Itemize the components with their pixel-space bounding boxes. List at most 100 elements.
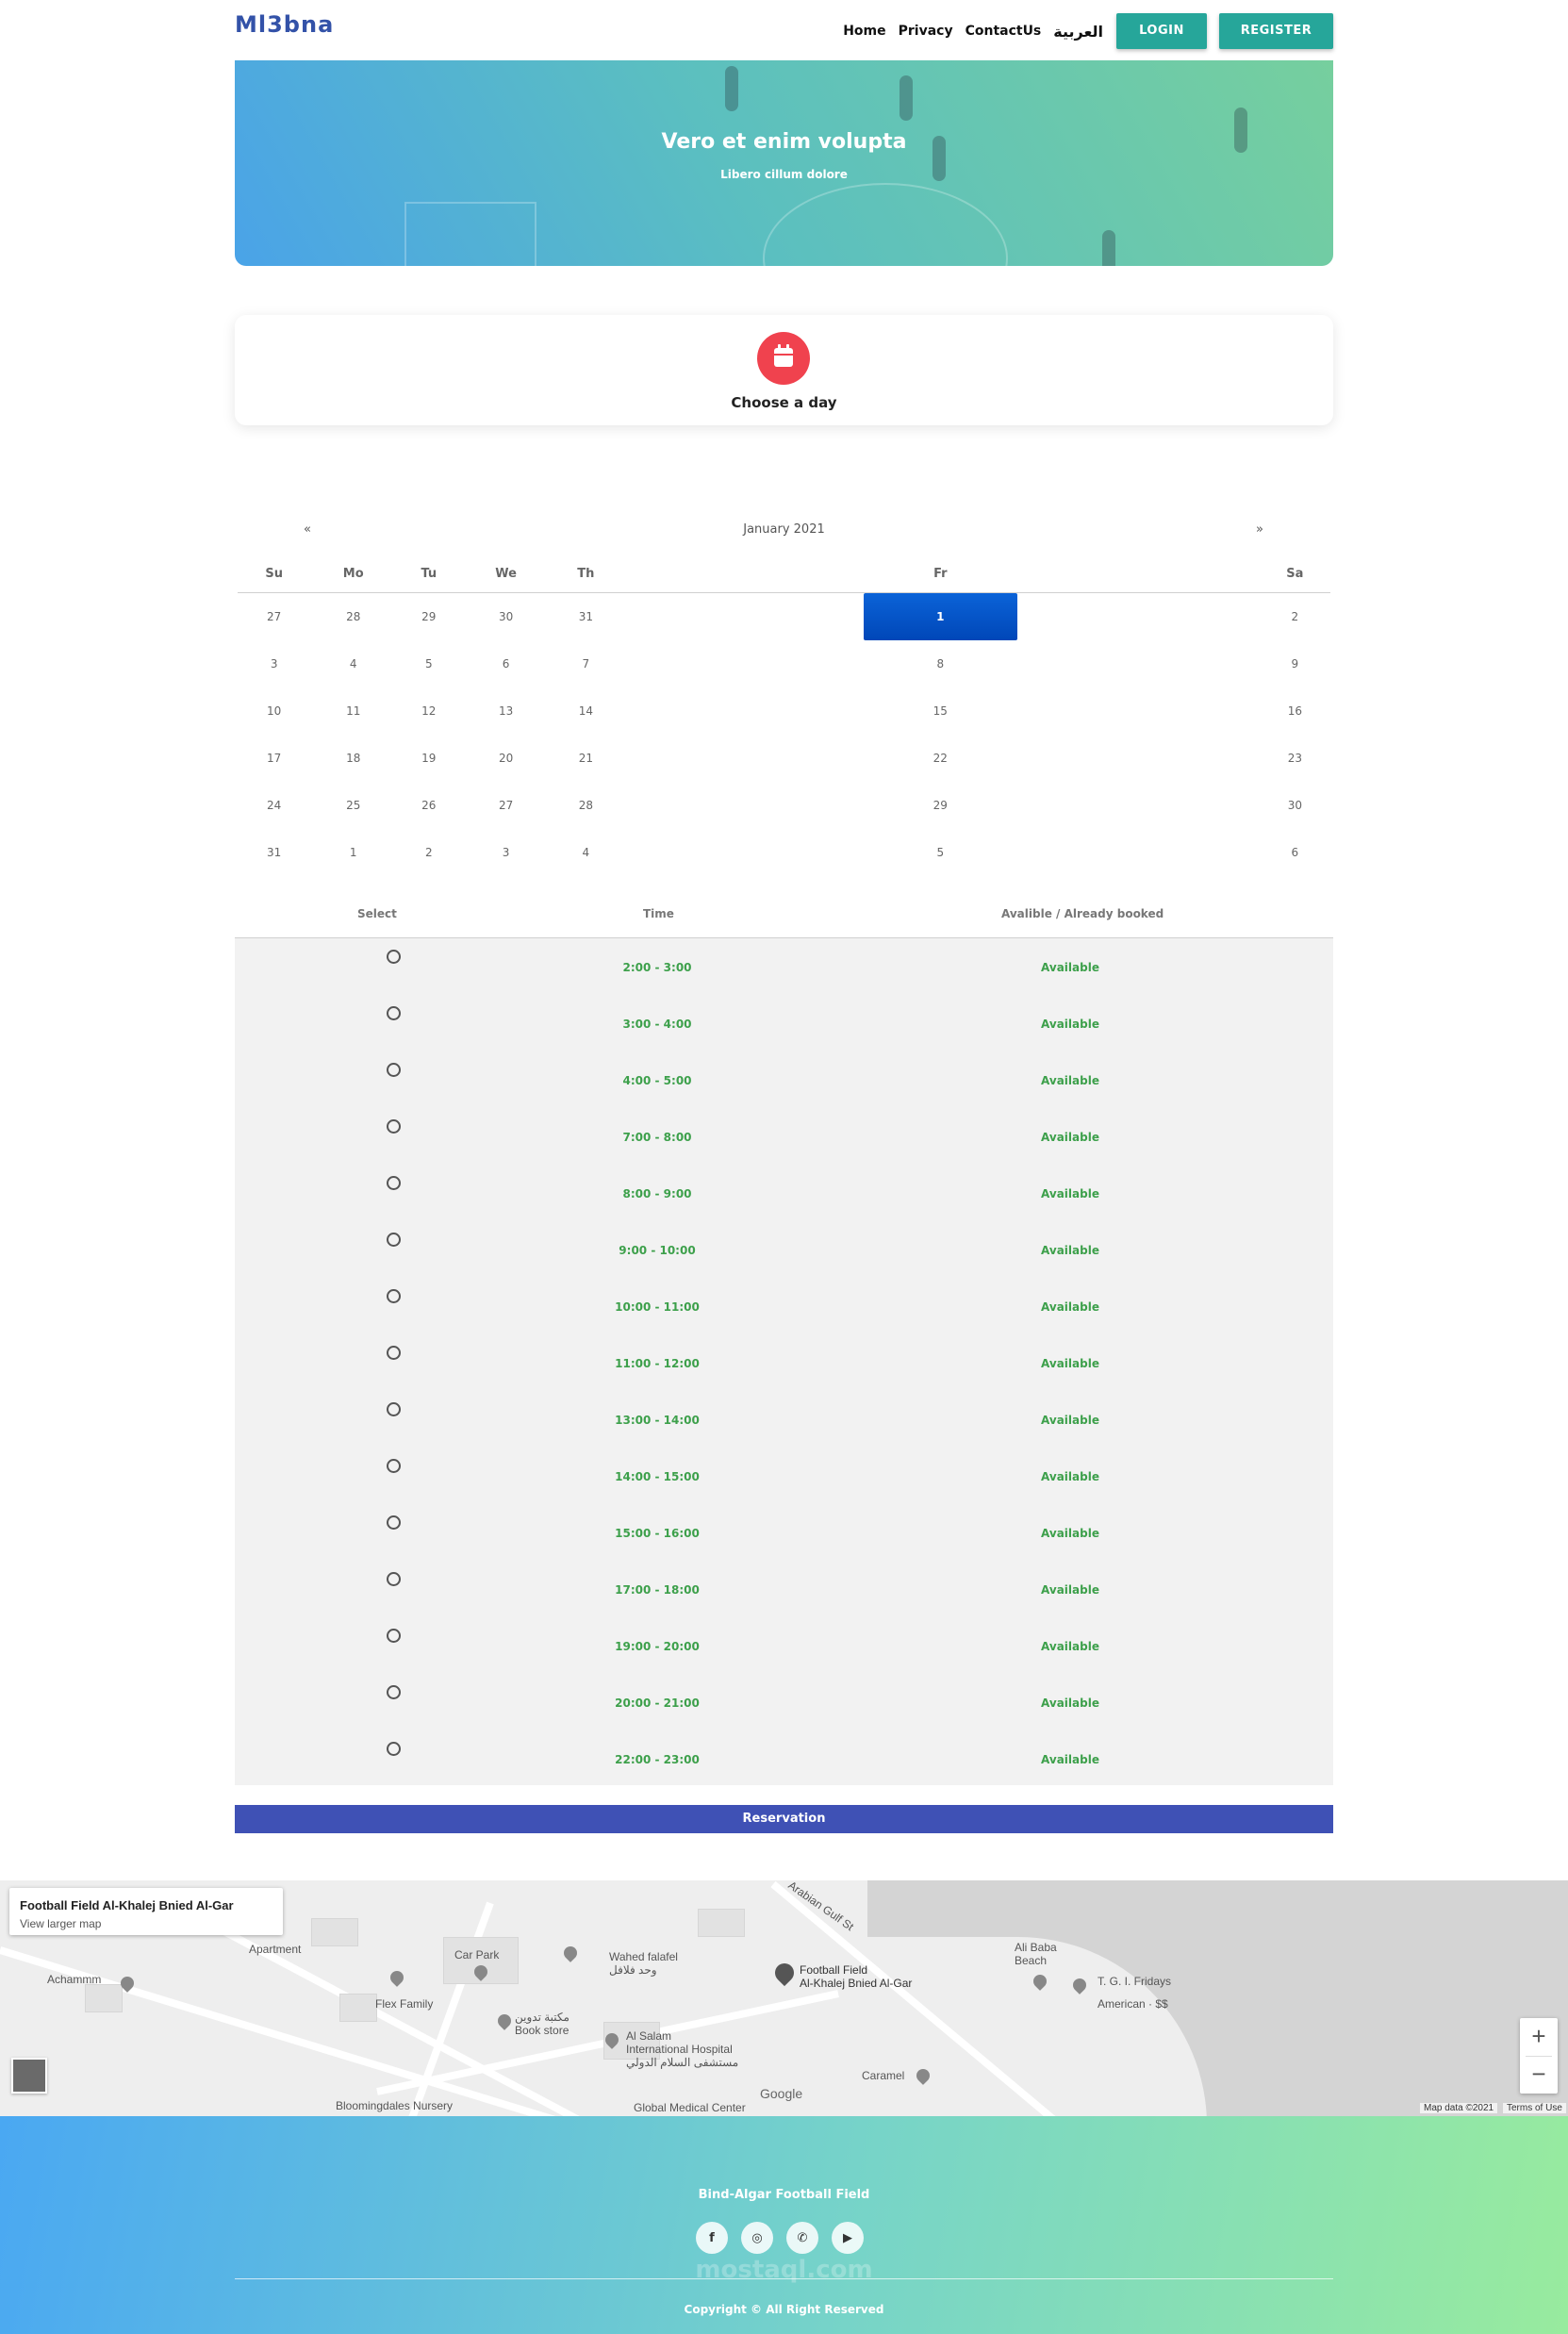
calendar-day-cell[interactable]: 27 bbox=[238, 592, 310, 640]
nav-privacy-link[interactable]: Privacy bbox=[899, 24, 953, 39]
restaurant-pin-icon[interactable] bbox=[561, 1944, 580, 1962]
calendar-day-cell[interactable]: 30 bbox=[1260, 782, 1330, 829]
calendar-day-cell[interactable]: 31 bbox=[238, 829, 310, 876]
calendar-day-cell[interactable]: 12 bbox=[396, 687, 461, 735]
calendar-day-cell[interactable]: 25 bbox=[310, 782, 396, 829]
calendar-day-number: 27 bbox=[498, 798, 514, 812]
place-pin-icon[interactable] bbox=[388, 1968, 406, 1987]
calendar-day-cell[interactable]: 5 bbox=[621, 829, 1260, 876]
calendar-day-cell[interactable]: 3 bbox=[238, 640, 310, 687]
slot-radio[interactable] bbox=[387, 1402, 401, 1416]
calendar-day-cell[interactable]: 4 bbox=[551, 829, 621, 876]
calendar-day-cell[interactable]: 10 bbox=[238, 687, 310, 735]
calendar-day-cell[interactable]: 14 bbox=[551, 687, 621, 735]
calendar-day-cell[interactable]: 1 bbox=[621, 592, 1260, 640]
footer-title: Bind-Algar Football Field bbox=[698, 2188, 870, 2202]
slot-radio[interactable] bbox=[387, 1119, 401, 1134]
view-larger-map-link[interactable]: View larger map bbox=[20, 1917, 101, 1930]
slot-radio[interactable] bbox=[387, 1572, 401, 1586]
slot-radio[interactable] bbox=[387, 1006, 401, 1020]
calendar-week-row: 31 1 2 3 4 5 6 bbox=[238, 829, 1330, 876]
satellite-toggle-button[interactable] bbox=[11, 2058, 47, 2094]
calendar-month-title[interactable]: January 2021 bbox=[235, 522, 1333, 537]
brand-logo[interactable]: Ml3bna bbox=[235, 11, 334, 38]
slot-radio[interactable] bbox=[387, 1685, 401, 1699]
calendar-day-cell[interactable]: 17 bbox=[238, 735, 310, 782]
calendar-day-cell[interactable]: 8 bbox=[621, 640, 1260, 687]
calendar-day-cell[interactable]: 6 bbox=[461, 640, 550, 687]
calendar-day-cell[interactable]: 31 bbox=[551, 592, 621, 640]
slot-status: Available bbox=[1041, 1527, 1099, 1540]
slot-radio[interactable] bbox=[387, 1063, 401, 1077]
slot-radio[interactable] bbox=[387, 950, 401, 964]
calendar-day-number: 6 bbox=[1291, 845, 1299, 859]
player-figure bbox=[725, 66, 738, 111]
map-data-attribution: Map data ©2021 bbox=[1420, 2103, 1498, 2113]
location-pin-icon[interactable] bbox=[770, 1959, 799, 1987]
slot-radio[interactable] bbox=[387, 1176, 401, 1190]
calendar-day-cell[interactable]: 26 bbox=[396, 782, 461, 829]
calendar-day-cell[interactable]: 7 bbox=[551, 640, 621, 687]
calendar-day-cell[interactable]: 2 bbox=[396, 829, 461, 876]
calendar-day-cell[interactable]: 2 bbox=[1260, 592, 1330, 640]
calendar-day-cell[interactable]: 28 bbox=[551, 782, 621, 829]
slot-radio[interactable] bbox=[387, 1629, 401, 1643]
shop-pin-icon[interactable] bbox=[495, 2011, 514, 2030]
nav-contact-link[interactable]: ContactUs bbox=[966, 24, 1042, 39]
calendar-day-cell[interactable]: 3 bbox=[461, 829, 550, 876]
slot-radio[interactable] bbox=[387, 1346, 401, 1360]
reservation-button[interactable]: Reservation bbox=[235, 1805, 1333, 1833]
calendar-day-number: 29 bbox=[421, 609, 437, 623]
slot-radio[interactable] bbox=[387, 1742, 401, 1756]
slot-status: Available bbox=[1041, 1753, 1099, 1766]
whatsapp-icon[interactable]: ✆ bbox=[786, 2222, 818, 2254]
slot-status: Available bbox=[1041, 1583, 1099, 1597]
calendar-day-cell[interactable]: 29 bbox=[396, 592, 461, 640]
calendar-day-cell[interactable]: 27 bbox=[461, 782, 550, 829]
calendar-day-cell[interactable]: 18 bbox=[310, 735, 396, 782]
slot-radio[interactable] bbox=[387, 1233, 401, 1247]
slot-radio[interactable] bbox=[387, 1459, 401, 1473]
calendar-day-number: 15 bbox=[933, 704, 948, 718]
calendar-day-cell[interactable]: 24 bbox=[238, 782, 310, 829]
slot-radio[interactable] bbox=[387, 1289, 401, 1303]
weekday-header: Mo bbox=[310, 556, 397, 593]
register-button[interactable]: REGISTER bbox=[1219, 13, 1333, 49]
calendar-day-number: 31 bbox=[267, 845, 282, 859]
calendar-day-cell[interactable]: 4 bbox=[310, 640, 396, 687]
calendar-day-number: 5 bbox=[424, 656, 433, 670]
calendar-day-cell[interactable]: 9 bbox=[1260, 640, 1330, 687]
zoom-out-button[interactable]: − bbox=[1520, 2056, 1558, 2094]
nav-language-link[interactable]: العربية bbox=[1053, 23, 1103, 41]
calendar-day-cell[interactable]: 28 bbox=[310, 592, 396, 640]
slot-radio[interactable] bbox=[387, 1515, 401, 1530]
social-links: f ◎ ✆ ▶ bbox=[696, 2222, 877, 2254]
calendar-day-cell[interactable]: 20 bbox=[461, 735, 550, 782]
map-building bbox=[311, 1918, 358, 1946]
map-embed[interactable]: Football Field Al-Khalej Bnied Al-Gar Vi… bbox=[0, 1880, 1568, 2116]
calendar-day-cell[interactable]: 5 bbox=[396, 640, 461, 687]
login-button[interactable]: LOGIN bbox=[1116, 13, 1207, 49]
calendar-day-cell[interactable]: 23 bbox=[1260, 735, 1330, 782]
terms-of-use-link[interactable]: Terms of Use bbox=[1503, 2103, 1566, 2113]
calendar-day-cell[interactable]: 30 bbox=[461, 592, 550, 640]
instagram-icon[interactable]: ◎ bbox=[741, 2222, 773, 2254]
calendar-day-cell[interactable]: 21 bbox=[551, 735, 621, 782]
youtube-icon[interactable]: ▶ bbox=[832, 2222, 864, 2254]
facebook-icon[interactable]: f bbox=[696, 2222, 728, 2254]
calendar-next-button[interactable]: » bbox=[1256, 522, 1263, 537]
calendar-day-cell[interactable]: 11 bbox=[310, 687, 396, 735]
map-label-achammm: Achammm bbox=[47, 1973, 102, 1986]
nav-home-link[interactable]: Home bbox=[843, 24, 885, 39]
map-label-al-salam: Al Salam bbox=[626, 2029, 672, 2043]
calendar-day-cell[interactable]: 16 bbox=[1260, 687, 1330, 735]
calendar-day-cell[interactable]: 13 bbox=[461, 687, 550, 735]
calendar-day-cell[interactable]: 15 bbox=[621, 687, 1260, 735]
calendar-day-cell[interactable]: 22 bbox=[621, 735, 1260, 782]
calendar-day-number: 18 bbox=[346, 751, 361, 765]
calendar-day-cell[interactable]: 1 bbox=[310, 829, 396, 876]
zoom-in-button[interactable]: + bbox=[1520, 2018, 1558, 2056]
calendar-day-cell[interactable]: 19 bbox=[396, 735, 461, 782]
calendar-day-cell[interactable]: 29 bbox=[621, 782, 1260, 829]
calendar-day-cell[interactable]: 6 bbox=[1260, 829, 1330, 876]
